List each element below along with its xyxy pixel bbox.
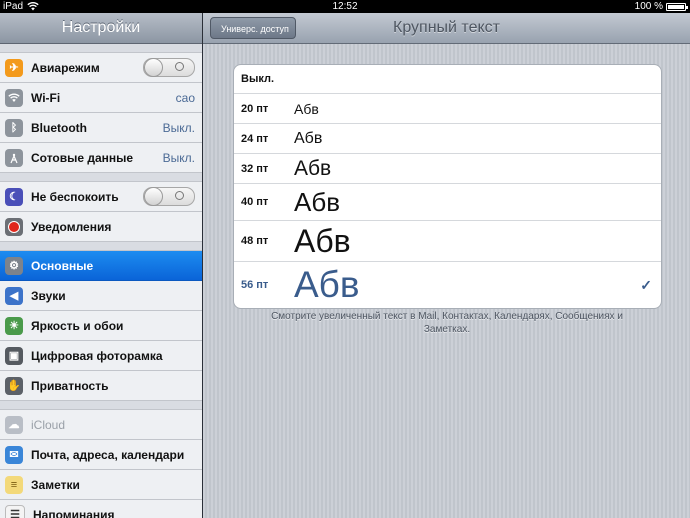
sidebar-item-label: Сотовые данные: [31, 150, 134, 165]
sidebar-item-label: Bluetooth: [31, 120, 87, 135]
option-label: Выкл.: [241, 73, 275, 85]
sidebar-item-reminders[interactable]: ☰ Напоминания: [0, 500, 202, 518]
sidebar-item-label: Звуки: [31, 288, 66, 303]
sidebar-item-label: Заметки: [31, 477, 80, 492]
settings-sidebar: Настройки ✈ Авиарежим Wi-Fi cao ᛒ Blueto…: [0, 13, 203, 518]
notifications-icon: [5, 217, 23, 236]
text-size-option-56pt[interactable]: 56 пт Абв ✓: [234, 262, 661, 308]
sidebar-item-label: iCloud: [31, 417, 66, 432]
sidebar-item-bluetooth[interactable]: ᛒ Bluetooth Выкл.: [0, 113, 202, 143]
back-button-label: Универс. доступ: [221, 24, 289, 34]
wifi-network-value: cao: [175, 90, 195, 105]
sidebar-title: Настройки: [0, 13, 202, 44]
option-sample: Абв: [294, 264, 360, 305]
cellular-icon: [5, 148, 23, 167]
gear-icon: ⚙: [5, 256, 23, 275]
text-size-option-20pt[interactable]: 20 пт Абв: [234, 94, 661, 124]
status-bar: iPad 12:52 100 %: [0, 0, 690, 13]
sidebar-item-label: Авиарежим: [31, 60, 100, 75]
back-button-accessibility[interactable]: Универс. доступ: [210, 17, 296, 39]
footnote-text: Смотрите увеличенный текст в Mail, Конта…: [271, 311, 623, 335]
option-label: 20 пт: [241, 102, 269, 115]
sidebar-item-brightness[interactable]: ☀ Яркость и обои: [0, 311, 202, 341]
moon-icon: ☾: [5, 187, 23, 206]
sidebar-item-wifi[interactable]: Wi-Fi cao: [0, 83, 202, 113]
sidebar-item-label: Приватность: [31, 378, 109, 393]
battery-percent: 100 %: [634, 1, 663, 12]
option-sample: Абв: [294, 129, 323, 147]
bluetooth-value: Выкл.: [162, 120, 195, 135]
option-label: 56 пт: [241, 279, 269, 291]
photo-frame-icon: ▣: [5, 346, 23, 365]
mail-icon: ✉: [5, 445, 23, 464]
sidebar-item-label: Уведомления: [31, 219, 112, 234]
cloud-icon: ☁: [5, 415, 23, 434]
option-sample: Абв: [294, 100, 319, 117]
clock: 12:52: [332, 1, 358, 12]
sidebar-item-label: Цифровая фоторамка: [31, 348, 163, 363]
sidebar-item-cellular[interactable]: Сотовые данные Выкл.: [0, 143, 202, 173]
sidebar-item-label: Напоминания: [33, 507, 115, 518]
sidebar-item-label: Не беспокоить: [31, 189, 119, 204]
wifi-icon: [5, 88, 23, 107]
airplane-mode-toggle[interactable]: [143, 58, 195, 77]
sidebar-item-photo-frame[interactable]: ▣ Цифровая фоторамка: [0, 341, 202, 371]
battery-icon: [666, 2, 688, 11]
notes-icon: ≡: [5, 475, 23, 494]
checkmark-icon: ✓: [640, 276, 652, 293]
option-label: 32 пт: [241, 162, 269, 175]
hand-icon: ✋: [5, 376, 23, 395]
cellular-value: Выкл.: [162, 150, 195, 165]
sidebar-item-airplane-mode[interactable]: ✈ Авиарежим: [0, 52, 202, 83]
sidebar-item-sounds[interactable]: ◀ Звуки: [0, 281, 202, 311]
text-size-option-40pt[interactable]: 40 пт Абв: [234, 184, 661, 221]
option-label: 24 пт: [241, 132, 269, 145]
sidebar-item-label: Wi-Fi: [31, 90, 61, 105]
sidebar-group-connectivity: ✈ Авиарежим Wi-Fi cao ᛒ Bluetooth Выкл. …: [0, 52, 202, 173]
option-sample: Абв: [294, 156, 332, 180]
brightness-icon: ☀: [5, 316, 23, 335]
sidebar-item-icloud[interactable]: ☁ iCloud: [0, 409, 202, 440]
page-title: Крупный текст: [393, 19, 500, 36]
detail-nav-bar: Универс. доступ Крупный текст: [203, 13, 690, 44]
sidebar-item-label: Яркость и обои: [31, 318, 124, 333]
text-size-option-32pt[interactable]: 32 пт Абв: [234, 154, 661, 184]
sidebar-item-label: Основные: [31, 258, 94, 273]
sidebar-item-notifications[interactable]: Уведомления: [0, 212, 202, 242]
sidebar-item-label: Почта, адреса, календари: [31, 447, 185, 462]
sidebar-group-notifications: ☾ Не беспокоить Уведомления: [0, 181, 202, 242]
bluetooth-icon: ᛒ: [5, 118, 23, 137]
sidebar-group-general: ⚙ Основные ◀ Звуки ☀ Яркость и обои ▣ Ци…: [0, 250, 202, 401]
detail-pane: Универс. доступ Крупный текст Выкл. 20 п…: [203, 13, 690, 518]
text-size-option-off[interactable]: Выкл.: [234, 65, 661, 94]
speaker-icon: ◀: [5, 286, 23, 305]
text-size-option-24pt[interactable]: 24 пт Абв: [234, 124, 661, 154]
sidebar-group-accounts: ☁ iCloud ✉ Почта, адреса, календари ≡ За…: [0, 409, 202, 518]
airplane-icon: ✈: [5, 58, 23, 77]
sidebar-item-general[interactable]: ⚙ Основные: [0, 250, 202, 281]
text-size-options: Выкл. 20 пт Абв 24 пт Абв 32 пт Абв 40 п…: [233, 64, 662, 309]
reminders-icon: ☰: [5, 504, 25, 518]
sidebar-item-mail[interactable]: ✉ Почта, адреса, календари: [0, 440, 202, 470]
option-label: 40 пт: [241, 196, 269, 208]
sidebar-item-do-not-disturb[interactable]: ☾ Не беспокоить: [0, 181, 202, 212]
do-not-disturb-toggle[interactable]: [143, 187, 195, 206]
option-sample: Абв: [294, 222, 351, 259]
option-label: 48 пт: [241, 235, 269, 247]
sidebar-item-notes[interactable]: ≡ Заметки: [0, 470, 202, 500]
option-sample: Абв: [294, 186, 341, 217]
sidebar-item-privacy[interactable]: ✋ Приватность: [0, 371, 202, 401]
text-size-option-48pt[interactable]: 48 пт Абв: [234, 221, 661, 262]
